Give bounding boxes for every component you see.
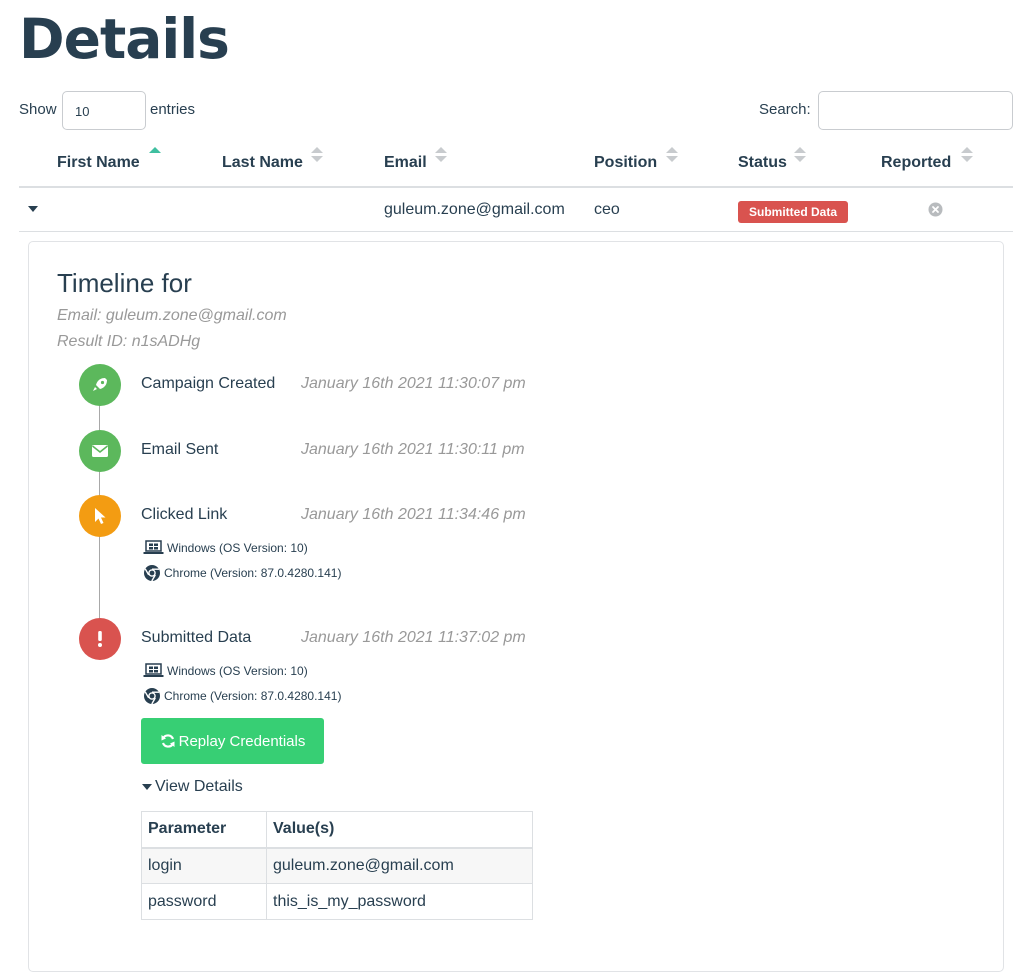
- cell-email: guleum.zone@gmail.com: [384, 201, 565, 218]
- table-row-divider: [19, 231, 1013, 232]
- table-header-divider: [19, 186, 1013, 188]
- status-badge: Submitted Data: [738, 201, 848, 223]
- details-param: login: [141, 847, 267, 884]
- event-name: Clicked Link: [141, 506, 228, 523]
- event-browser-text: Chrome (Version: 87.0.4280.141): [164, 566, 342, 580]
- laptop-icon: [143, 540, 164, 554]
- rocket-icon: [79, 364, 121, 406]
- event-name: Submitted Data: [141, 629, 252, 646]
- times-circle-icon: [928, 202, 943, 217]
- chrome-icon: [144, 565, 160, 582]
- entries-label: entries: [150, 101, 196, 118]
- search-input[interactable]: [818, 91, 1013, 130]
- sort-icon[interactable]: [310, 146, 324, 164]
- event-os-text: Windows (OS Version: 10): [167, 663, 308, 678]
- chrome-icon: [144, 688, 160, 705]
- sort-icon[interactable]: [960, 146, 974, 164]
- refresh-icon: [161, 734, 175, 748]
- mouse-pointer-icon: [79, 495, 121, 537]
- sort-icon[interactable]: [665, 146, 679, 164]
- details-value: guleum.zone@gmail.com: [266, 847, 533, 884]
- page-title: Details: [19, 7, 230, 71]
- replay-credentials-label: Replay Credentials: [178, 732, 306, 750]
- event-browser: Chrome (Version: 87.0.4280.141): [143, 687, 341, 705]
- event-time: January 16th 2021 11:30:11 pm: [301, 441, 525, 458]
- view-details-toggle[interactable]: View Details: [141, 778, 243, 796]
- table-row: password this_is_my_password: [141, 883, 533, 920]
- details-table: Parameter Value(s) login guleum.zone@gma…: [141, 811, 533, 920]
- event-name: Campaign Created: [141, 375, 276, 392]
- laptop-icon: [143, 663, 164, 677]
- event-time: January 16th 2021 11:34:46 pm: [301, 506, 526, 523]
- replay-credentials-button[interactable]: Replay Credentials: [141, 718, 324, 764]
- search-label: Search:: [759, 101, 811, 118]
- exclamation-icon: [79, 618, 121, 660]
- details-header-values: Value(s): [266, 811, 533, 849]
- sort-ascending-icon[interactable]: [148, 146, 162, 158]
- event-os: Windows (OS Version: 10): [143, 540, 308, 555]
- show-label: Show: [19, 101, 57, 118]
- timeline-title: Timeline for: [57, 268, 192, 298]
- column-header-reported[interactable]: Reported: [881, 154, 951, 172]
- envelope-icon: [79, 430, 121, 472]
- event-browser: Chrome (Version: 87.0.4280.141): [143, 564, 341, 582]
- entries-length-select[interactable]: 10: [62, 91, 146, 130]
- event-os-text: Windows (OS Version: 10): [167, 540, 308, 555]
- details-param: password: [141, 883, 267, 920]
- column-header-position[interactable]: Position: [594, 154, 657, 172]
- sort-icon[interactable]: [434, 146, 448, 164]
- timeline-result-id: Result ID: n1sADHg: [57, 333, 201, 350]
- event-time: January 16th 2021 11:30:07 pm: [301, 375, 526, 392]
- column-header-first-name[interactable]: First Name: [57, 154, 140, 172]
- table-row: login guleum.zone@gmail.com: [141, 847, 533, 884]
- timeline-email: Email: guleum.zone@gmail.com: [57, 307, 287, 324]
- cell-position: ceo: [594, 201, 620, 218]
- column-header-last-name[interactable]: Last Name: [222, 154, 303, 172]
- caret-down-icon[interactable]: [27, 205, 39, 213]
- event-os: Windows (OS Version: 10): [143, 663, 308, 678]
- details-value: this_is_my_password: [266, 883, 533, 920]
- event-time: January 16th 2021 11:37:02 pm: [301, 629, 526, 646]
- details-header-parameter: Parameter: [141, 811, 267, 849]
- event-browser-text: Chrome (Version: 87.0.4280.141): [164, 689, 342, 703]
- caret-down-icon: [142, 784, 152, 790]
- column-header-status[interactable]: Status: [738, 154, 787, 172]
- event-name: Email Sent: [141, 441, 219, 458]
- column-header-email[interactable]: Email: [384, 154, 427, 172]
- sort-icon[interactable]: [793, 146, 807, 164]
- view-details-label: View Details: [155, 778, 243, 795]
